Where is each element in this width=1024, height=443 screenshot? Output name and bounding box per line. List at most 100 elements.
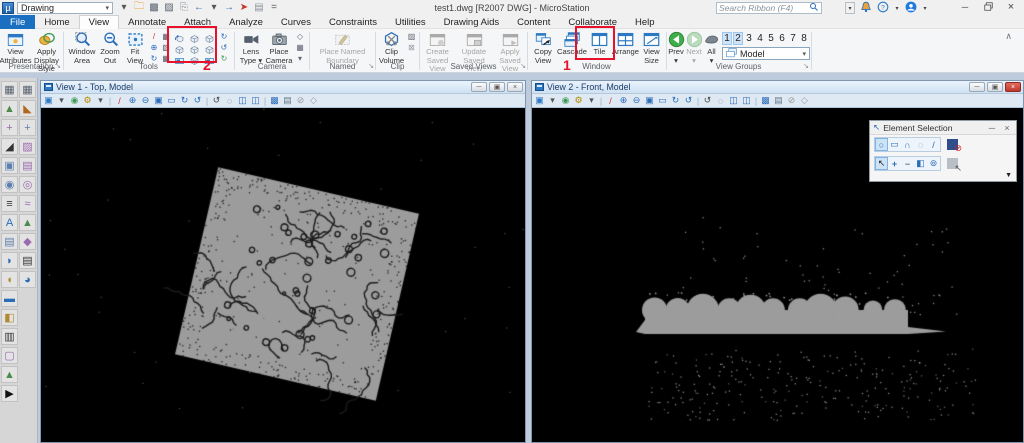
left-tool-icon[interactable]: ▶ bbox=[1, 385, 18, 402]
pin-icon[interactable]: ➤ bbox=[238, 2, 250, 14]
view1-close-button[interactable]: × bbox=[507, 82, 523, 92]
create-saved-view-button[interactable]: Create Saved View bbox=[421, 30, 455, 62]
fit-view-button[interactable]: Fit View bbox=[123, 30, 147, 62]
view1-maximize-button[interactable]: ▣ bbox=[489, 82, 505, 92]
view2-minimize-button[interactable]: ─ bbox=[969, 82, 985, 92]
left-tool-icon[interactable]: ▲ bbox=[19, 214, 36, 231]
sync-view-icon[interactable]: ↺ bbox=[218, 42, 230, 53]
left-tool-icon[interactable]: ▨ bbox=[19, 138, 36, 155]
circle-method-button[interactable]: ◌ bbox=[914, 138, 927, 151]
view-tool-icon[interactable]: ◫ bbox=[728, 95, 739, 106]
view1-titlebar[interactable]: View 1 - Top, Model bbox=[41, 81, 525, 94]
left-tool-icon[interactable]: ◣ bbox=[19, 100, 36, 117]
left-tool-icon[interactable]: ▤ bbox=[19, 252, 36, 269]
left-tool-icon[interactable]: ◖ bbox=[1, 271, 18, 288]
view-tool-icon[interactable]: / bbox=[114, 95, 125, 106]
view-tool-icon[interactable]: ◌ bbox=[224, 95, 235, 106]
camera-settings-icon[interactable]: ◇ bbox=[294, 31, 306, 42]
left-tool-icon[interactable]: ◢ bbox=[1, 138, 18, 155]
view-tool-icon[interactable]: ▣ bbox=[43, 95, 54, 106]
view-tool-icon[interactable]: ◫ bbox=[741, 95, 752, 106]
tab-home[interactable]: Home bbox=[35, 15, 78, 29]
left-tool-icon[interactable]: ▤ bbox=[1, 233, 18, 250]
redo-icon[interactable]: → bbox=[223, 2, 235, 14]
left-tool-icon[interactable]: ▢ bbox=[1, 347, 18, 364]
view-toggle-3[interactable]: 3 bbox=[744, 32, 754, 45]
individual-method-button[interactable]: ○ bbox=[875, 138, 888, 151]
tab-analyze[interactable]: Analyze bbox=[220, 15, 272, 29]
view-tool-icon[interactable]: ◫ bbox=[237, 95, 248, 106]
help-dropdown-icon[interactable]: ▾ bbox=[894, 3, 900, 14]
collapse-ribbon-icon[interactable]: ∧ bbox=[1005, 31, 1012, 42]
place-camera-button[interactable]: Place Camera bbox=[264, 30, 294, 62]
view-toggle-8[interactable]: 8 bbox=[799, 32, 809, 45]
clear-selection-button[interactable]: ⊘ bbox=[947, 139, 958, 150]
clip-mask-icon[interactable]: ▨ bbox=[406, 31, 418, 42]
caret-down-icon[interactable]: ▾ bbox=[208, 2, 220, 14]
view-tool-icon[interactable]: ↺ bbox=[683, 95, 694, 106]
print-icon[interactable]: ▤ bbox=[253, 2, 265, 14]
left-tool-icon[interactable]: ≈ bbox=[19, 195, 36, 212]
left-tool-icon[interactable]: ▦ bbox=[1, 81, 18, 98]
left-tool-icon[interactable]: ▥ bbox=[1, 328, 18, 345]
view-tool-icon[interactable]: ▣ bbox=[534, 95, 545, 106]
tab-file[interactable]: File bbox=[0, 15, 35, 29]
view-tool-icon[interactable]: ◌ bbox=[715, 95, 726, 106]
left-tool-icon[interactable]: + bbox=[19, 119, 36, 136]
view-tool-icon[interactable]: ⊘ bbox=[295, 95, 306, 106]
left-tool-icon[interactable]: ◎ bbox=[19, 176, 36, 193]
view-toggle-5[interactable]: 5 bbox=[766, 32, 776, 45]
save-settings-icon[interactable]: ▨ bbox=[163, 2, 175, 14]
update-saved-view-settings-button[interactable]: Update Saved View Settings bbox=[455, 30, 494, 62]
left-tool-icon[interactable]: ◉ bbox=[1, 176, 18, 193]
view-tool-icon[interactable]: ▤ bbox=[773, 95, 784, 106]
left-tool-icon[interactable]: ▲ bbox=[1, 100, 18, 117]
invert-selection-button[interactable]: ◧ bbox=[914, 157, 927, 170]
view-tool-icon[interactable]: / bbox=[605, 95, 616, 106]
new-selection-button[interactable]: ↖ bbox=[875, 157, 888, 170]
view-tool-icon[interactable]: ↺ bbox=[211, 95, 222, 106]
view-tool-icon[interactable]: ↻ bbox=[670, 95, 681, 106]
lens-type-button[interactable]: Lens Type ▾ bbox=[238, 30, 264, 62]
view-tool-icon[interactable]: ▣ bbox=[153, 95, 164, 106]
left-tool-icon[interactable]: + bbox=[1, 119, 18, 136]
view-tool-icon[interactable]: ⊕ bbox=[618, 95, 629, 106]
tab-view[interactable]: View bbox=[79, 15, 119, 29]
ribbon-search-input[interactable]: Search Ribbon (F4) bbox=[716, 2, 822, 14]
sync-view-icon[interactable]: ↻ bbox=[218, 31, 230, 42]
user-account-icon[interactable] bbox=[905, 1, 917, 15]
undo-icon[interactable]: ← bbox=[193, 2, 205, 14]
view-tool-icon[interactable]: ↺ bbox=[192, 95, 203, 106]
view-tool-icon[interactable]: ▾ bbox=[547, 95, 558, 106]
view-tool-icon[interactable]: ▣ bbox=[644, 95, 655, 106]
subtract-selection-button[interactable]: − bbox=[901, 157, 914, 170]
apply-saved-view-button[interactable]: Apply Saved View bbox=[494, 30, 527, 62]
view-tool-icon[interactable]: ⚙ bbox=[82, 95, 93, 106]
view-tool-icon[interactable]: ▭ bbox=[166, 95, 177, 106]
zoom-out-button[interactable]: Zoom Out bbox=[97, 30, 123, 62]
notification-bell-icon[interactable] bbox=[860, 1, 872, 15]
left-tool-icon[interactable]: ◗ bbox=[1, 252, 18, 269]
view2-maximize-button[interactable]: ▣ bbox=[987, 82, 1003, 92]
view-toggle-7[interactable]: 7 bbox=[788, 32, 798, 45]
dialog-launcher-icon[interactable]: ↘ bbox=[368, 62, 374, 72]
minimize-button[interactable]: ─ bbox=[958, 1, 972, 12]
view-tool-icon[interactable]: ▤ bbox=[282, 95, 293, 106]
new-view-icon[interactable]: ▾ bbox=[118, 2, 130, 14]
dialog-launcher-icon[interactable]: ↘ bbox=[520, 62, 526, 72]
view2-close-button[interactable]: × bbox=[1005, 82, 1021, 92]
view-tool-icon[interactable]: ↻ bbox=[179, 95, 190, 106]
dialog-expand-icon[interactable]: ▼ bbox=[1005, 172, 1012, 179]
view-tool-icon[interactable]: ⊘ bbox=[786, 95, 797, 106]
view-tool-icon[interactable]: ▩ bbox=[760, 95, 771, 106]
view-group-selector[interactable]: Model ▾ bbox=[722, 47, 810, 60]
left-tool-icon[interactable]: ◕ bbox=[19, 271, 36, 288]
options-icon[interactable]: = bbox=[268, 2, 280, 14]
dialog-launcher-icon[interactable]: ↘ bbox=[803, 62, 809, 72]
workflow-selector[interactable]: Drawing ▾ bbox=[17, 2, 113, 14]
select-all-button[interactable]: ⊚ bbox=[927, 157, 940, 170]
view1-minimize-button[interactable]: ─ bbox=[471, 82, 487, 92]
view-tool-icon[interactable]: ▩ bbox=[269, 95, 280, 106]
search-dropdown-icon[interactable]: ▾ bbox=[845, 2, 855, 14]
view-tool-icon[interactable]: ◇ bbox=[799, 95, 810, 106]
